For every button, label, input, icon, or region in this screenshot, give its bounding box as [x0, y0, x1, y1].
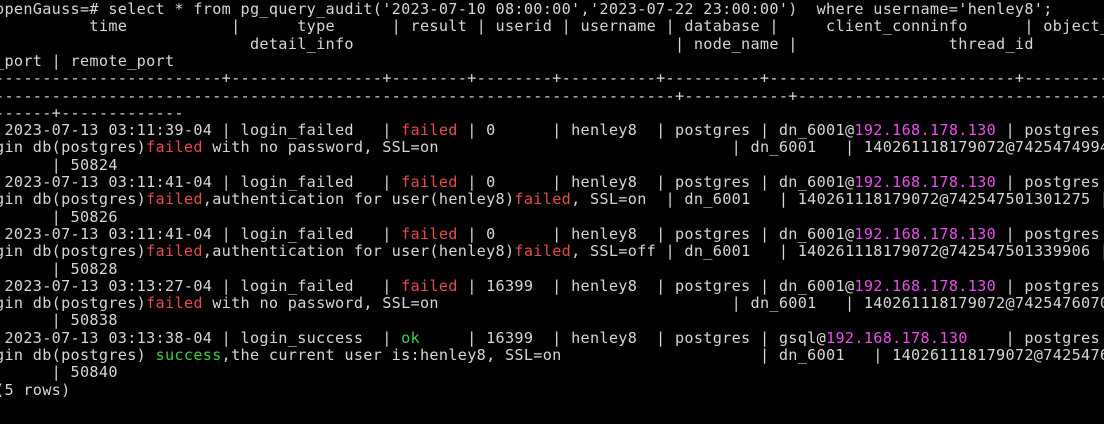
terminal-text: | postgres | lo: [1005, 121, 1100, 140]
result-row-line: 2023-07-13 03:11:41-04 | login_failed | …: [0, 224, 1104, 243]
failed-text: failed: [146, 242, 203, 261]
terminal-text: | postgres | lo: [1005, 328, 1100, 347]
result-row-line: gin db(postgres)failed with no password,…: [0, 295, 1104, 312]
failed-text: failed: [146, 190, 203, 209]
terminal-text: ----------------------------------------…: [0, 86, 1104, 105]
terminal-text: | 0 | henley8 | postgres | dn_6001@: [457, 224, 855, 243]
result-row-line: 2023-07-13 03:13:27-04 | login_failed | …: [0, 276, 1104, 295]
terminal-text: (5 rows): [0, 380, 71, 399]
result-row-line: 2023-07-13 03:11:41-04 | login_failed | …: [0, 174, 1104, 191]
terminal-text: with no password, SSL=on | dn_6001 | 140…: [212, 138, 1104, 157]
result-row-line: gin db(postgres)failed,authentication fo…: [0, 243, 1104, 260]
ip-address-text: 192.168.178.130: [826, 328, 968, 347]
terminal-text: ,the current user is:henley8, SSL=on | d…: [221, 346, 1104, 364]
result-row-line: 2023-07-13 03:13:38-04 | login_success |…: [0, 328, 1104, 347]
result-row-line: gin db(postgres) success,the current use…: [0, 347, 1104, 364]
failed-text: failed: [401, 173, 458, 191]
success-text: ok: [401, 328, 420, 347]
terminal-text: | 50828: [0, 259, 118, 278]
result-row-line: | 50838: [0, 312, 118, 329]
terminal-text: | 0 | henley8 | postgres | dn_6001@: [457, 173, 855, 191]
terminal-text: with no password, SSL=on | dn_6001 | 140…: [212, 294, 1104, 313]
terminal-text: | 50838: [0, 311, 118, 330]
failed-text: failed: [401, 224, 458, 243]
success-text: success: [155, 346, 222, 364]
ip-address-text: 192.168.178.130: [854, 276, 997, 295]
terminal-text: , SSL=off | dn_6001 | 140261118179072@74…: [571, 242, 1104, 261]
terminal-text: 2023-07-13 03:11:41-04 | login_failed |: [0, 224, 402, 243]
failed-text: failed: [146, 294, 203, 313]
terminal-text: gin db(postgres): [0, 294, 147, 313]
terminal-text: ,authentication for user(henley8): [202, 242, 515, 261]
column-header-line: time | type | result | userid | username…: [0, 18, 1104, 35]
terminal-text: time | type | result | userid | username…: [0, 17, 1104, 36]
ip-address-text: 192.168.178.130: [854, 121, 997, 140]
terminal-text: | 50840: [0, 363, 118, 382]
terminal-text: , SSL=on | dn_6001 | 140261118179072@742…: [571, 190, 1104, 209]
terminal-text: | postgres | lo: [1005, 173, 1100, 191]
terminal-text: 2023-07-13 03:11:41-04 | login_failed |: [0, 173, 402, 191]
terminal-text: | postgres | lo: [1005, 276, 1100, 295]
result-row-line: | 50824: [0, 155, 118, 174]
row-count-line: (5 rows): [0, 380, 71, 399]
result-row-line: | 50840: [0, 364, 118, 381]
terminal-text: | 50824: [0, 155, 118, 174]
terminal-text: gin db(postgres): [0, 190, 147, 209]
failed-text: failed: [514, 190, 572, 209]
terminal-window[interactable]: openGauss=# select * from pg_query_audit…: [0, 0, 1104, 424]
result-row-line: | 50828: [0, 259, 118, 278]
terminal-text: _port | remote_port: [0, 51, 175, 70]
terminal-text: 2023-07-13 03:13:38-04 | login_success |: [0, 328, 402, 347]
terminal-text: detail_info | node_name | thread_id | lo…: [249, 34, 1034, 53]
terminal-text: 2023-07-13 03:13:27-04 | login_failed |: [0, 276, 402, 295]
query-command-line: openGauss=# select * from pg_query_audit…: [0, 1, 1053, 18]
result-row-line: 2023-07-13 03:11:39-04 | login_failed | …: [0, 122, 1104, 139]
ip-address-text: 192.168.178.130: [854, 173, 997, 191]
result-row-line: gin db(postgres)failed,authentication fo…: [0, 191, 1104, 208]
terminal-text: gin db(postgres): [0, 346, 156, 364]
separator-line: ------+-------------: [0, 103, 184, 122]
result-row-line: gin db(postgres)failed with no password,…: [0, 139, 1104, 156]
terminal-text: openGauss=# select * from pg_query_audit…: [0, 0, 1053, 18]
terminal-text: | postgres | lo: [1005, 224, 1100, 243]
ip-address-text: 192.168.178.130: [854, 224, 997, 243]
failed-text: failed: [514, 242, 572, 261]
separator-line: ----------------------------------------…: [0, 86, 1104, 105]
column-header-line: detail_info | node_name | thread_id | lo…: [0, 34, 1104, 53]
terminal-text: ,authentication for user(henley8): [202, 190, 515, 209]
failed-text: failed: [401, 121, 458, 140]
terminal-text: 2023-07-13 03:11:39-04 | login_failed |: [0, 121, 402, 140]
separator-line: ------------------------+---------------…: [0, 70, 1104, 87]
failed-text: failed: [401, 276, 458, 295]
column-header-line: _port | remote_port: [0, 51, 175, 70]
terminal-text: | 16399 | henley8 | postgres | dn_6001@: [457, 276, 855, 295]
terminal-text: | 16399 | henley8 | postgres | gsql@: [419, 328, 827, 347]
terminal-text: | 50826: [0, 207, 118, 226]
terminal-text: gin db(postgres): [0, 138, 147, 157]
terminal-text: | 0 | henley8 | postgres | dn_6001@: [457, 121, 855, 140]
terminal-text: ------+-------------: [0, 103, 184, 122]
result-row-line: | 50826: [0, 207, 118, 226]
terminal-text: gin db(postgres): [0, 242, 147, 261]
failed-text: failed: [146, 138, 203, 157]
terminal-text: ------------------------+---------------…: [0, 69, 1104, 88]
